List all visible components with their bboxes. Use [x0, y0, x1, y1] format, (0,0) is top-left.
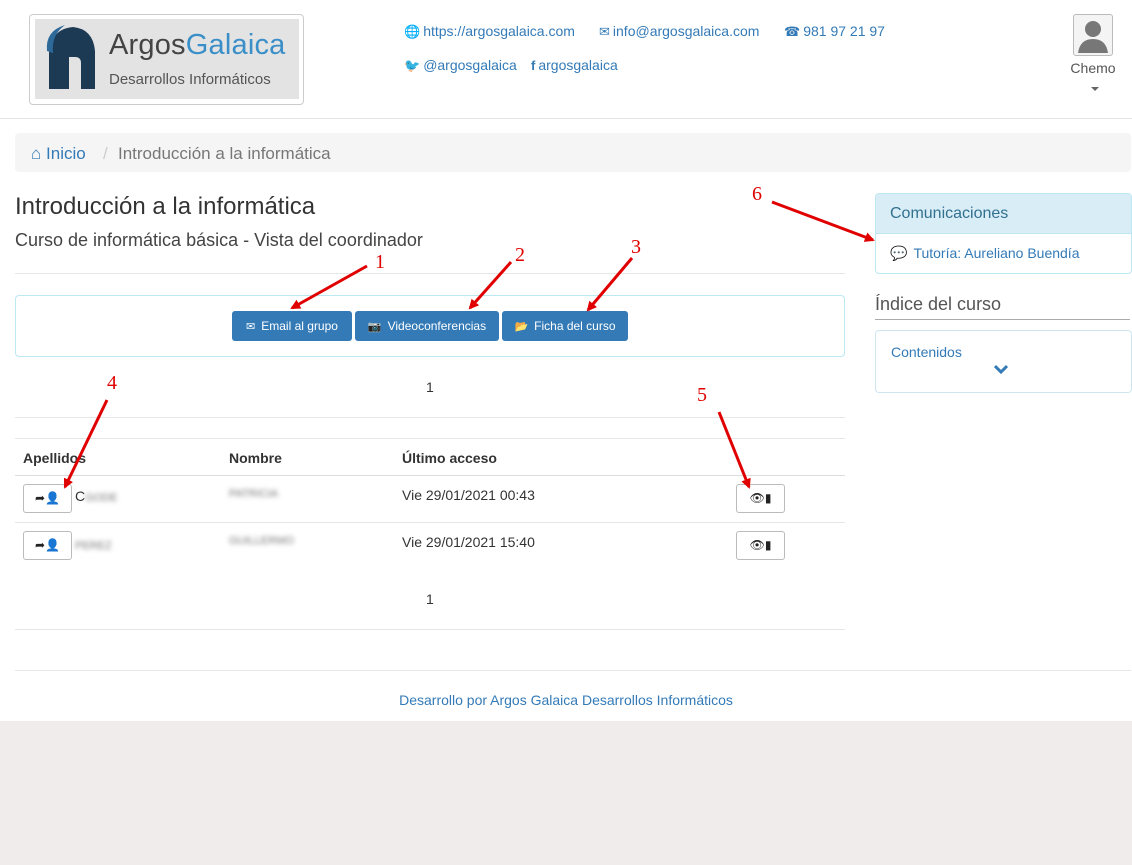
name-cell: GUILLERMO — [229, 535, 294, 547]
course-sheet-button[interactable]: 📂 Ficha del curso — [502, 311, 628, 341]
communications-heading: Comunicaciones — [876, 194, 1131, 234]
pagination-top-page[interactable]: 1 — [426, 379, 434, 395]
comment-icon: 💬 — [890, 245, 908, 261]
name-cell: PATRICIA — [229, 488, 279, 500]
email-group-button[interactable]: ✉ Email al grupo — [232, 311, 352, 341]
home-icon: ⌂ — [31, 144, 42, 163]
share-arrow-icon: ➦ — [34, 538, 46, 552]
column-header-surname[interactable]: Apellidos — [23, 450, 86, 466]
folder-open-icon: 📂 — [514, 321, 529, 333]
annotation-number-6: 6 — [752, 183, 762, 205]
column-header-name[interactable]: Nombre — [229, 450, 282, 466]
twitter-link[interactable]: 🐦 @argosgalaica — [404, 57, 517, 74]
title-divider — [15, 273, 845, 274]
pagination-bottom-page[interactable]: 1 — [426, 591, 434, 607]
videoconference-button[interactable]: 📷 Videoconferencias — [355, 311, 499, 341]
envelope-icon: ✉ — [246, 321, 256, 333]
user-name[interactable]: Chemo — [1060, 60, 1126, 76]
column-header-last-access[interactable]: Último acceso — [402, 450, 497, 466]
logo-title: ArgosGalaica — [109, 29, 286, 61]
communications-title: Comunicaciones — [890, 205, 1009, 222]
file-icon: ▮ — [764, 538, 772, 552]
breadcrumb: ⌂ Inicio / Introducción a la informática — [15, 133, 1131, 172]
annotation-number-5: 5 — [697, 384, 707, 406]
logo[interactable]: ArgosGalaica Desarrollos Informáticos — [29, 14, 304, 105]
tutoring-link[interactable]: 💬 Tutoría: Aureliano Buendía — [890, 245, 1079, 262]
footer-credit-link[interactable]: Desarrollo por Argos Galaica Desarrollos… — [0, 692, 1132, 708]
annotation-number-3: 3 — [631, 236, 641, 258]
spartan-helmet-icon — [46, 25, 95, 89]
table-header-border — [15, 475, 845, 476]
header-divider — [0, 118, 1132, 119]
eye-icon: 👁 — [749, 538, 765, 552]
course-index-panel: Contenidos — [875, 330, 1132, 393]
twitter-icon: 🐦 — [404, 58, 421, 73]
last-access-cell: Vie 29/01/2021 15:40 — [402, 534, 535, 550]
globe-icon: 🌐 — [404, 24, 421, 39]
chevron-down-icon[interactable] — [993, 361, 1009, 377]
avatar — [1073, 14, 1113, 56]
eye-icon: 👁 — [749, 491, 765, 505]
phone-link[interactable]: ☎ 981 97 21 97 — [784, 23, 885, 40]
breadcrumb-home[interactable]: ⌂ Inicio — [31, 144, 86, 164]
breadcrumb-separator: / — [103, 144, 108, 163]
website-link[interactable]: 🌐 https://argosgalaica.com — [404, 23, 575, 40]
impersonate-user-button[interactable]: ➦👤 — [23, 484, 72, 513]
caret-down-icon[interactable] — [1091, 87, 1099, 91]
view-report-button[interactable]: 👁▮ — [736, 484, 785, 513]
envelope-icon: ✉ — [599, 24, 610, 39]
email-link[interactable]: ✉ info@argosgalaica.com — [599, 23, 759, 40]
user-menu[interactable] — [1070, 14, 1116, 56]
facebook-link[interactable]: f argosgalaica — [531, 57, 618, 73]
view-report-button[interactable]: 👁▮ — [736, 531, 785, 560]
camera-icon: 📷 — [367, 321, 382, 333]
table-top-border — [15, 438, 845, 439]
last-access-cell: Vie 29/01/2021 00:43 — [402, 487, 535, 503]
pager-divider — [15, 417, 845, 418]
file-icon: ▮ — [764, 491, 772, 505]
row-divider — [15, 522, 845, 523]
share-arrow-icon: ➦ — [34, 491, 46, 505]
facebook-icon: f — [531, 58, 536, 73]
phone-icon: ☎ — [784, 24, 801, 39]
page-title: Introducción a la informática — [15, 193, 316, 220]
pager-bottom-divider — [15, 629, 845, 630]
course-index-title: Índice del curso — [875, 294, 1002, 314]
communications-panel: Comunicaciones 💬 Tutoría: Aureliano Buend… — [875, 193, 1132, 274]
surname-cell: PEREZ — [75, 540, 112, 552]
surname-cell: CGODE — [75, 488, 118, 504]
user-icon: 👤 — [45, 538, 60, 552]
annotation-number-2: 2 — [515, 244, 525, 266]
course-index-divider — [875, 319, 1130, 320]
page-subtitle: Curso de informática básica - Vista del … — [15, 230, 423, 250]
contents-toggle[interactable]: Contenidos — [891, 344, 962, 360]
user-silhouette-icon — [1078, 21, 1108, 53]
user-icon: 👤 — [45, 491, 60, 505]
logo-subtitle: Desarrollos Informáticos — [109, 71, 271, 88]
breadcrumb-current: Introducción a la informática — [118, 144, 331, 163]
footer-divider — [15, 670, 1131, 671]
page: ArgosGalaica Desarrollos Informáticos 🌐 h… — [0, 0, 1132, 721]
annotation-number-4: 4 — [107, 372, 117, 394]
annotation-number-1: 1 — [375, 251, 385, 273]
impersonate-user-button[interactable]: ➦👤 — [23, 531, 72, 560]
